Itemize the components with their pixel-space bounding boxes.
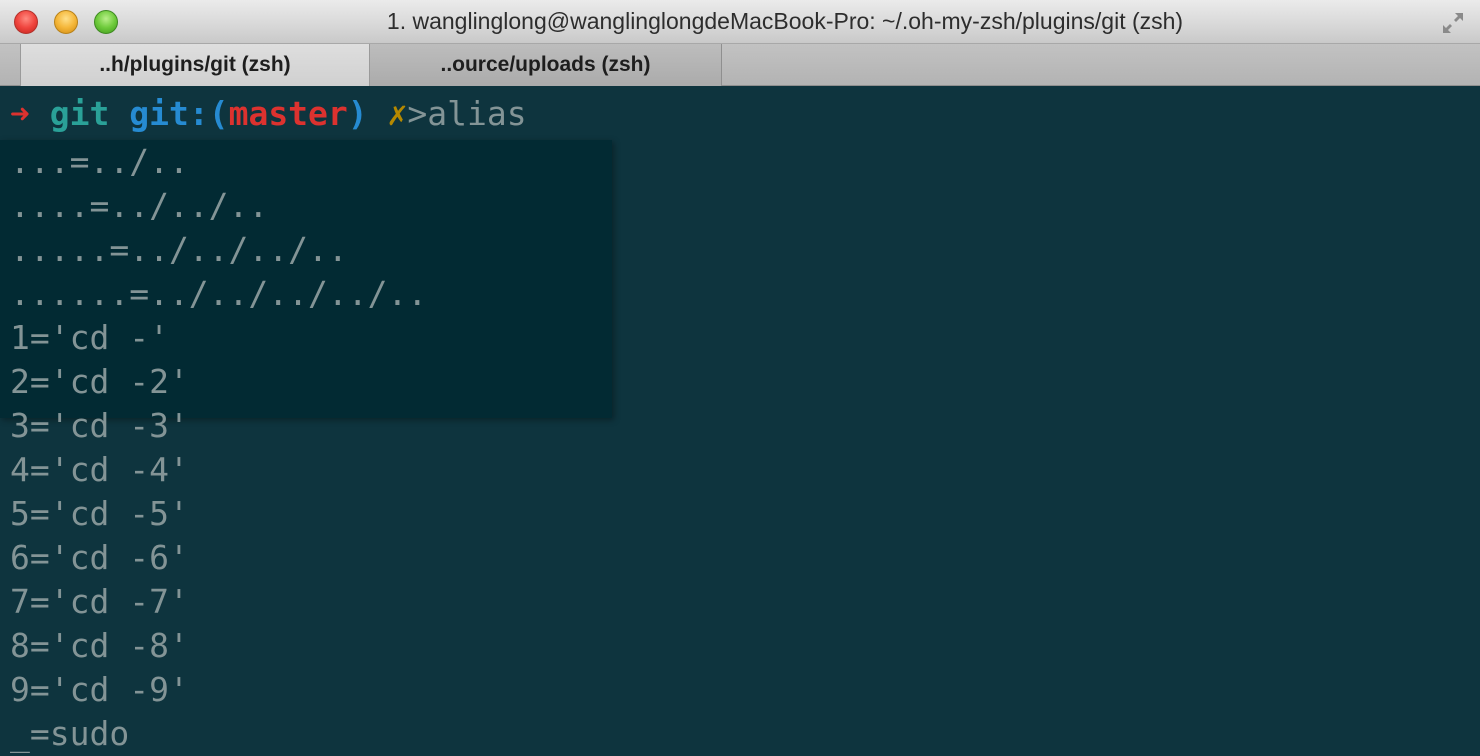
prompt-directory: git [49, 94, 110, 133]
output-line: 1='cd -' [10, 318, 169, 357]
prompt-git-prefix: git:( [129, 94, 229, 133]
output-line: 6='cd -6' [10, 538, 189, 577]
terminal-content[interactable]: ➜ git git:(master) ✗>alias ...=../.. ...… [0, 86, 1480, 756]
zoom-window-button[interactable] [94, 10, 118, 34]
output-line: 7='cd -7' [10, 582, 189, 621]
title-bar[interactable]: 1. wanglinglong@wanglinglongdeMacBook-Pr… [0, 0, 1480, 44]
prompt-line: ➜ git git:(master) ✗>alias [10, 92, 527, 136]
output-line: 5='cd -5' [10, 494, 189, 533]
terminal-window: 1. wanglinglong@wanglinglongdeMacBook-Pr… [0, 0, 1480, 756]
output-line: ......=../../../../.. [10, 274, 428, 313]
minimize-window-button[interactable] [54, 10, 78, 34]
prompt-arrow-icon: ➜ [10, 94, 30, 133]
output-line: 9='cd -9' [10, 670, 189, 709]
output-line: ....=../../.. [10, 186, 269, 225]
window-title: 1. wanglinglong@wanglinglongdeMacBook-Pr… [386, 8, 1184, 34]
tab-bar: ..h/plugins/git (zsh) ..ource/uploads (z… [0, 44, 1480, 86]
prompt-branch: master [228, 94, 348, 133]
prompt-dirty-icon: ✗ [387, 94, 408, 133]
output-line: ...=../.. [10, 142, 189, 181]
prompt-git-suffix: ) [347, 94, 368, 133]
output-line: 3='cd -3' [10, 406, 189, 445]
output-line: 8='cd -8' [10, 626, 189, 665]
output-line: 2='cd -2' [10, 362, 189, 401]
close-window-button[interactable] [14, 10, 38, 34]
fullscreen-arrows-icon[interactable] [1440, 10, 1466, 36]
tab-uploads[interactable]: ..ource/uploads (zsh) [370, 44, 722, 86]
output-line: .....=../../../.. [10, 230, 348, 269]
tab-git-plugin[interactable]: ..h/plugins/git (zsh) [20, 44, 370, 86]
output-line: 4='cd -4' [10, 450, 189, 489]
prompt-command: >alias [407, 94, 527, 133]
output-line: _=sudo [10, 714, 130, 753]
